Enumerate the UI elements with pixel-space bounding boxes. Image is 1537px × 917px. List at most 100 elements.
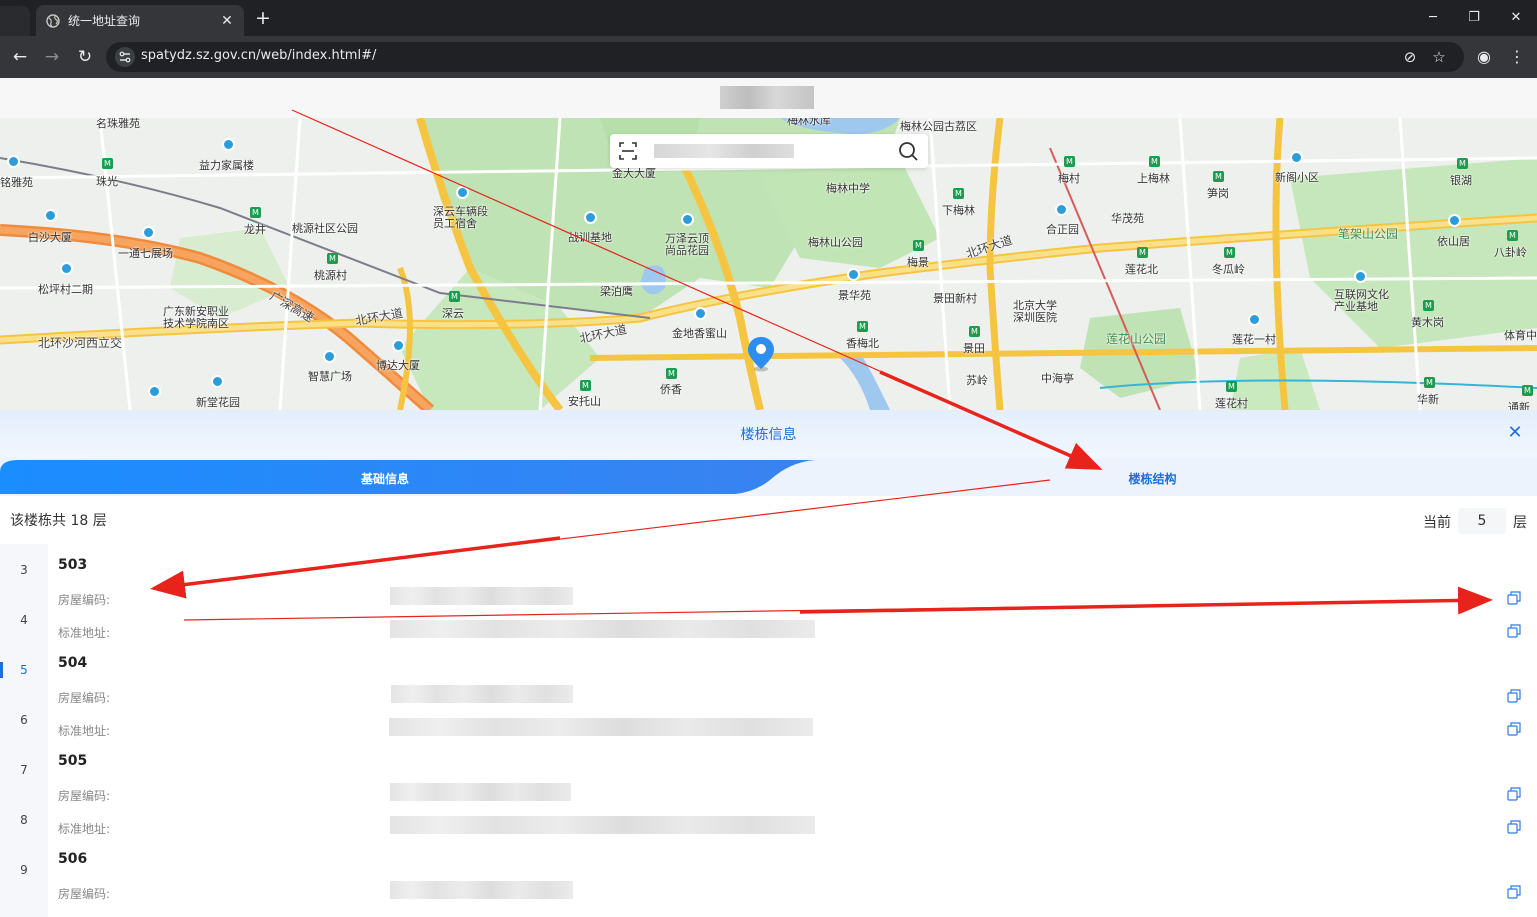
back-arrow-icon[interactable]: ← <box>8 45 32 69</box>
map-label: 合正园 <box>1046 223 1079 236</box>
metro-station-icon[interactable]: M <box>857 321 868 332</box>
map-search-box <box>610 134 928 168</box>
poi-marker-icon[interactable] <box>148 385 161 398</box>
url-text[interactable]: spatydz.sz.gov.cn/web/index.html#/ <box>141 48 376 63</box>
metro-station-icon[interactable]: M <box>913 240 924 251</box>
house-code-label: 房屋编码: <box>58 593 111 607</box>
floor-item[interactable]: 4 <box>0 608 48 632</box>
poi-marker-icon[interactable] <box>1248 313 1261 326</box>
map-label: 龙井 <box>244 223 266 236</box>
metro-station-icon[interactable]: M <box>1424 377 1435 388</box>
standard-address-label: 标准地址: <box>58 626 111 640</box>
poi-marker-icon[interactable] <box>694 307 707 320</box>
scan-icon[interactable] <box>618 141 638 161</box>
map-label: 黄木岗 <box>1411 316 1444 329</box>
copy-icon[interactable] <box>1507 885 1521 899</box>
metro-station-icon[interactable]: M <box>102 158 113 169</box>
copy-icon[interactable] <box>1507 820 1521 834</box>
map-label: 梅景 <box>907 256 929 269</box>
poi-marker-icon[interactable] <box>44 209 57 222</box>
poi-marker-icon[interactable] <box>1448 214 1461 227</box>
map-label: 景华苑 <box>838 289 871 302</box>
metro-station-icon[interactable]: M <box>1137 247 1148 258</box>
poi-marker-icon[interactable] <box>392 339 405 352</box>
metro-station-icon[interactable]: M <box>1224 247 1235 258</box>
floor-list: 3 4 5 6 7 8 9 <box>0 544 48 917</box>
copy-icon[interactable] <box>1507 624 1521 638</box>
metro-station-icon[interactable]: M <box>1457 158 1468 169</box>
metro-station-icon[interactable]: M <box>1522 385 1533 396</box>
panel-header: 楼栋信息 ✕ <box>0 410 1537 460</box>
browser-toolbar: ← → ↻ spatydz.sz.gov.cn/web/index.html#/… <box>0 36 1537 78</box>
poi-marker-icon[interactable] <box>1354 270 1367 283</box>
map-label: 珠光 <box>96 175 118 188</box>
menu-dots-icon[interactable]: ⋮ <box>1505 45 1529 69</box>
new-tab-button[interactable]: + <box>252 6 274 30</box>
forward-arrow-icon[interactable]: → <box>40 45 64 69</box>
metro-station-icon[interactable]: M <box>969 326 980 337</box>
house-code-value <box>390 587 573 605</box>
eye-off-icon[interactable]: ⊘ <box>1400 47 1420 67</box>
poi-marker-icon[interactable] <box>456 186 469 199</box>
metro-station-icon[interactable]: M <box>1423 300 1434 311</box>
maximize-button[interactable]: ❐ <box>1462 6 1486 30</box>
poi-marker-icon[interactable] <box>7 155 20 168</box>
map-label: 体育中 <box>1504 329 1537 342</box>
metro-station-icon[interactable]: M <box>327 253 338 264</box>
poi-marker-icon[interactable] <box>211 375 224 388</box>
metro-station-icon[interactable]: M <box>1507 230 1518 241</box>
metro-station-icon[interactable]: M <box>1213 171 1224 182</box>
tab-basic-info-label[interactable]: 基础信息 <box>0 470 770 487</box>
poi-marker-icon[interactable] <box>1055 203 1068 216</box>
metro-station-icon[interactable]: M <box>1149 156 1160 167</box>
address-bar[interactable]: spatydz.sz.gov.cn/web/index.html#/ ⊘ ☆ <box>106 42 1464 72</box>
poi-marker-icon[interactable] <box>142 226 155 239</box>
map-label: 智慧广场 <box>308 370 352 383</box>
location-pin-icon[interactable] <box>746 336 776 372</box>
current-floor-input[interactable] <box>1458 508 1506 534</box>
map-label: 笔架山公园 <box>1338 227 1399 241</box>
metro-station-icon[interactable]: M <box>1064 156 1075 167</box>
floor-item[interactable]: 3 <box>0 558 48 582</box>
metro-station-icon[interactable]: M <box>666 368 677 379</box>
minimize-button[interactable]: ─ <box>1421 6 1445 30</box>
reload-icon[interactable]: ↻ <box>73 45 97 69</box>
floor-item[interactable]: 8 <box>0 808 48 832</box>
floor-item[interactable]: 9 <box>0 858 48 882</box>
star-icon[interactable]: ☆ <box>1429 47 1449 67</box>
copy-icon[interactable] <box>1507 787 1521 801</box>
map-label: 梅林水库 <box>787 118 831 127</box>
copy-icon[interactable] <box>1507 591 1521 605</box>
poi-marker-icon[interactable] <box>222 138 235 151</box>
floor-item[interactable]: 7 <box>0 758 48 782</box>
metro-station-icon[interactable]: M <box>250 207 261 218</box>
map-label: 铭雅苑 <box>0 176 33 189</box>
metro-station-icon[interactable]: M <box>1226 381 1237 392</box>
poi-marker-icon[interactable] <box>584 211 597 224</box>
copy-icon[interactable] <box>1507 689 1521 703</box>
close-window-button[interactable]: ✕ <box>1504 6 1528 30</box>
poi-marker-icon[interactable] <box>681 213 694 226</box>
copy-icon[interactable] <box>1507 722 1521 736</box>
floor-item[interactable]: 6 <box>0 708 48 732</box>
room-title: 506 <box>58 851 88 867</box>
site-info-icon[interactable] <box>114 46 136 68</box>
floor-item-active[interactable]: 5 <box>0 658 48 682</box>
search-icon[interactable] <box>897 140 919 162</box>
map-label: 新堂花园 <box>196 396 240 409</box>
poi-marker-icon[interactable] <box>323 350 336 363</box>
close-icon[interactable]: ✕ <box>1504 422 1526 444</box>
tab-building-structure[interactable]: 楼栋结构 <box>1080 470 1225 487</box>
metro-station-icon[interactable]: M <box>580 380 591 391</box>
poi-marker-icon[interactable] <box>847 268 860 281</box>
profile-icon[interactable]: ◉ <box>1472 45 1496 69</box>
poi-marker-icon[interactable] <box>1290 151 1303 164</box>
metro-station-icon[interactable]: M <box>449 291 460 302</box>
search-input[interactable] <box>654 144 794 158</box>
map-label: 苏岭 <box>966 374 988 387</box>
map-label: 战训基地 <box>568 231 612 244</box>
metro-station-icon[interactable]: M <box>953 188 964 199</box>
browser-tab[interactable]: 统一地址查询 ✕ <box>36 5 244 36</box>
poi-marker-icon[interactable] <box>60 262 73 275</box>
tab-close-icon[interactable]: ✕ <box>218 13 236 29</box>
